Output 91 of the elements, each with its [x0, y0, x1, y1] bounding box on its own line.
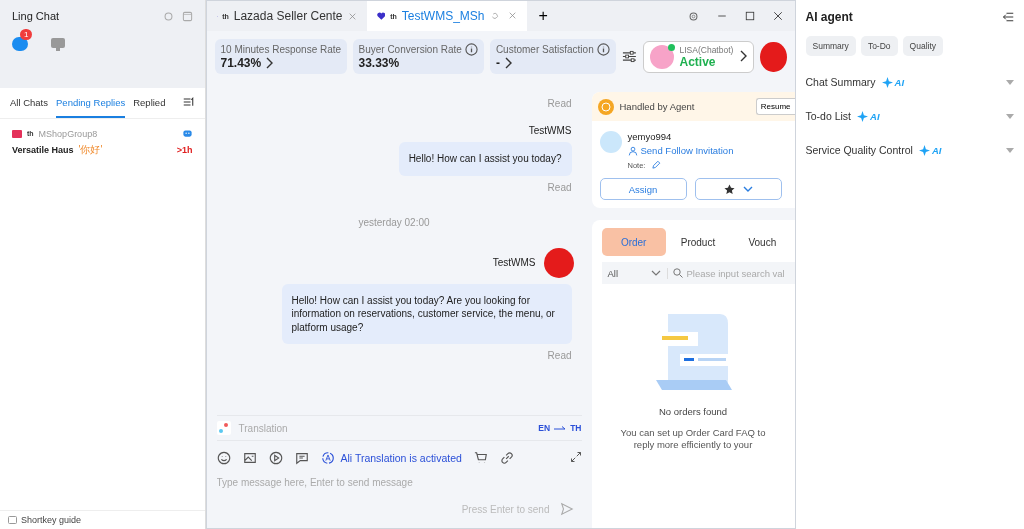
chat-icon[interactable]	[12, 37, 28, 51]
sparkle-icon	[857, 110, 869, 122]
chevron-right-icon	[739, 49, 748, 62]
message-bubble: Hello! How can I assist you today?	[398, 142, 572, 176]
sort-icon[interactable]	[182, 96, 195, 108]
read-receipt: Read	[547, 350, 572, 361]
target-language[interactable]: TH	[570, 423, 582, 433]
sender-name: TestWMS	[492, 257, 536, 268]
store-logo-icon	[12, 129, 22, 138]
section-header[interactable]: Service Quality Control AI	[805, 134, 1014, 168]
person-icon[interactable]	[627, 145, 638, 156]
empty-state-text: You can set up Order Card FAQ to reply more efficiently to your	[620, 427, 766, 452]
group-name: MShopGroup8	[38, 128, 98, 139]
metric-label: Buyer Conversion Rate	[358, 44, 462, 55]
chatbot-name: LISA(Chatbot)	[679, 44, 734, 55]
close-icon[interactable]	[772, 11, 783, 21]
section-header[interactable]: To-do List AI	[805, 100, 1014, 134]
chat-filter-tab[interactable]: Replied	[133, 88, 166, 118]
robot-icon[interactable]	[181, 127, 193, 138]
search-icon	[672, 268, 683, 278]
status-dropdown[interactable]: All	[601, 267, 668, 279]
assign-button[interactable]: Assign	[599, 178, 687, 200]
rating-dropdown[interactable]	[694, 178, 782, 200]
section-header[interactable]: Chat Summary AI	[805, 66, 1014, 100]
star-icon	[723, 183, 735, 195]
filter-chip[interactable]: To-Do	[860, 36, 898, 56]
metric-label: Customer Satisfaction	[495, 44, 594, 55]
app-title: Ling Chat	[12, 10, 60, 22]
sparkle-icon	[881, 76, 893, 88]
order-panel-tab[interactable]: Product	[665, 228, 731, 256]
wait-time: >1h	[176, 145, 193, 155]
chevron-down-icon	[742, 185, 753, 193]
agent-status-icon	[597, 98, 614, 115]
empty-state-title: No orders found	[658, 406, 728, 417]
chevron-right-icon	[503, 57, 512, 69]
username: yemyo994	[627, 131, 673, 142]
video-icon[interactable]	[268, 451, 283, 465]
ai-label: AI	[931, 144, 942, 156]
metric-value: 33.33%	[358, 56, 400, 70]
customer-name: Versatile Haus	[12, 145, 74, 155]
translate-logo-icon	[216, 421, 231, 435]
timestamp: yesterday 02:00	[358, 216, 430, 228]
chatbot-status: Active	[679, 54, 716, 69]
monitor-icon[interactable]	[50, 36, 66, 52]
handling-status: Handled by Agent	[619, 101, 695, 112]
filter-sliders-icon[interactable]	[621, 48, 637, 65]
message-bubble: Hello! How can I assist you today? Are you looking for information on reservations, customer service, the menu, or platform usage?	[281, 283, 572, 344]
unread-badge: 1	[20, 29, 33, 40]
link-icon[interactable]	[499, 451, 514, 465]
image-icon[interactable]	[242, 451, 257, 465]
message-input[interactable]: Type message here, Enter to send message	[216, 473, 582, 492]
read-receipt: Read	[547, 181, 572, 193]
shortkey-guide-link[interactable]: Shortkey guide	[21, 515, 82, 525]
expand-icon[interactable]	[569, 451, 582, 463]
chat-filter-tab[interactable]: Pending Replies	[56, 88, 126, 118]
user-avatar-icon	[599, 131, 622, 153]
message-preview: '你好'	[78, 143, 103, 157]
chat-filter-tab[interactable]: All Chats	[10, 88, 48, 118]
order-panel-tab[interactable]: Vouch	[730, 228, 795, 256]
heart-logo-icon	[376, 10, 386, 22]
collapse-panel-icon[interactable]	[1002, 11, 1014, 23]
translate-icon[interactable]	[320, 451, 335, 465]
shop-avatar	[760, 41, 787, 72]
metric-value: -	[495, 56, 500, 70]
shop-avatar	[543, 247, 574, 278]
info-icon	[596, 43, 610, 56]
follow-invitation-link[interactable]: Send Follow Invitation	[627, 145, 734, 156]
ai-label: AI	[894, 76, 905, 88]
quick-reply-icon[interactable]	[294, 451, 309, 465]
metric-label: 10 Minutes Response Rate	[220, 44, 342, 55]
sparkle-icon	[918, 144, 930, 156]
cart-icon[interactable]	[473, 451, 488, 465]
edit-icon[interactable]	[651, 160, 662, 170]
emoji-icon[interactable]	[216, 451, 231, 465]
filter-chip[interactable]: Summary	[805, 36, 856, 56]
ai-label: AI	[870, 110, 880, 122]
maximize-icon[interactable]	[744, 11, 755, 21]
info-icon	[464, 43, 478, 56]
source-language[interactable]: EN	[538, 423, 551, 433]
translation-status: Ali Translation is activated	[340, 452, 462, 464]
chatbot-card[interactable]: LISA(Chatbot) Active	[642, 40, 755, 73]
filter-chip[interactable]: Quality	[902, 36, 944, 56]
arrow-right-icon	[554, 425, 567, 431]
metric-value: 71.43%	[220, 56, 262, 70]
panel-title: AI agent	[805, 10, 853, 24]
chevron-down-icon	[650, 269, 661, 277]
read-receipt: Read	[547, 98, 572, 109]
chevron-right-icon	[265, 57, 274, 69]
new-tab-button[interactable]: +	[526, 1, 560, 31]
sender-name: TestWMS	[528, 125, 572, 136]
resume-button[interactable]: Resume	[755, 98, 795, 115]
